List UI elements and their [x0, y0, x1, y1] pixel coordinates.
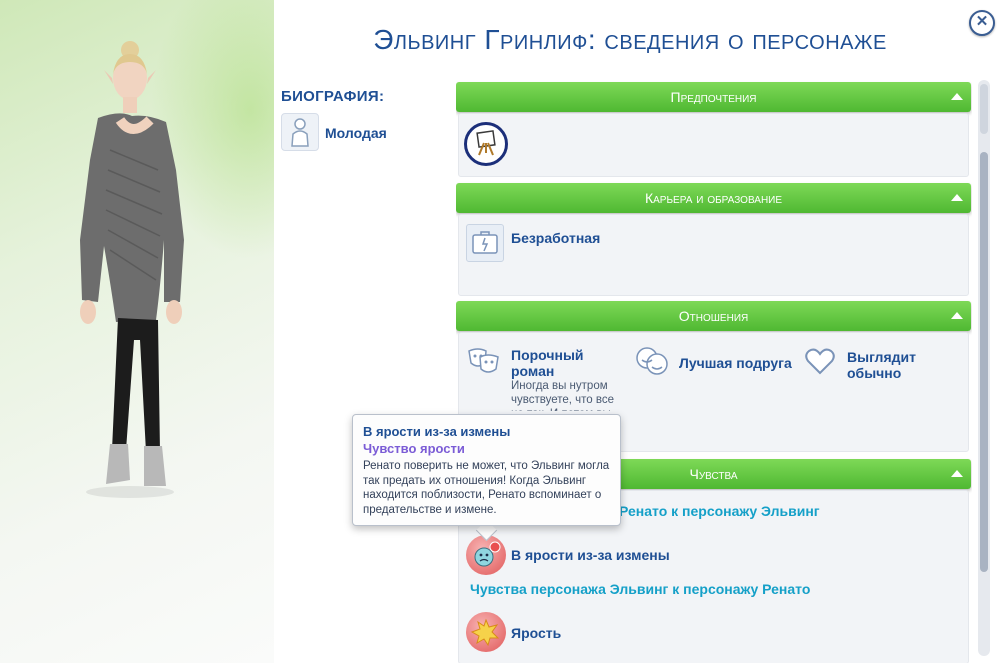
biography-label: Биография:: [281, 88, 385, 105]
career-icon: [466, 224, 504, 262]
sim-figure: [80, 41, 184, 498]
friends-icon: [634, 343, 670, 379]
scrollbar-track-cap: [980, 84, 988, 134]
feeling-tooltip: В ярости из-за измены Чувство ярости Рен…: [352, 414, 621, 526]
collapse-caret-icon: [951, 93, 963, 100]
masks-icon: [466, 343, 502, 379]
sim-portrait-panel: [0, 0, 274, 663]
section-body-career: Безработная: [458, 214, 969, 296]
feelings-to-renato-heading: Чувства персонажа Эльвинг к персонажу Ре…: [470, 581, 811, 597]
section-header-preferences[interactable]: Предпочтения: [456, 82, 971, 112]
heart-outline-icon: [802, 343, 838, 379]
career-status: Безработная: [511, 230, 601, 246]
section-title-career: Карьера и образование: [644, 190, 783, 206]
close-button[interactable]: ✕: [969, 10, 995, 36]
scrollbar-thumb[interactable]: [980, 152, 988, 572]
page-title: Эльвинг Гринлиф: сведения о персонаже: [373, 24, 887, 55]
close-icon: ✕: [975, 13, 989, 30]
feeling-label-rage: Ярость: [511, 625, 562, 641]
collapse-caret-icon: [951, 194, 963, 201]
info-scroll-area[interactable]: Предпочтения Карьера и образование Безра…: [456, 80, 972, 663]
section-title-preferences: Предпочтения: [670, 89, 757, 105]
relationship-label-romance: Порочный роман: [511, 347, 584, 379]
section-header-relationships[interactable]: Отношения: [456, 301, 971, 331]
young-adult-icon: [281, 113, 319, 151]
relationship-label-friend: Лучшая подруга: [679, 355, 792, 371]
feelings-from-renato-heading: Ренато к персонажу Эльвинг: [619, 503, 820, 519]
relationship-desc-romance: Иногда вы нутром чувствуете, что все не …: [511, 380, 615, 411]
rage-icon[interactable]: [466, 612, 506, 652]
relationship-label-status: Выглядит обычно: [847, 349, 916, 381]
collapse-caret-icon: [951, 312, 963, 319]
scrollbar[interactable]: [978, 80, 990, 656]
section-body-preferences: [458, 113, 969, 177]
tooltip-body: Ренато поверить не может, что Эльвинг мо…: [363, 460, 610, 516]
section-title-relationships: Отношения: [678, 308, 749, 324]
section-header-career[interactable]: Карьера и образование: [456, 183, 971, 213]
collapse-caret-icon: [951, 470, 963, 477]
section-title-feelings: Чувства: [689, 466, 738, 482]
feeling-label-betrayal: В ярости из-за измены: [511, 547, 670, 563]
tooltip-subtitle: Чувство ярости: [363, 441, 465, 456]
tooltip-title: В ярости из-за измены: [363, 424, 511, 439]
life-stage-label: Молодая: [325, 125, 387, 141]
easel-icon[interactable]: [464, 122, 508, 166]
